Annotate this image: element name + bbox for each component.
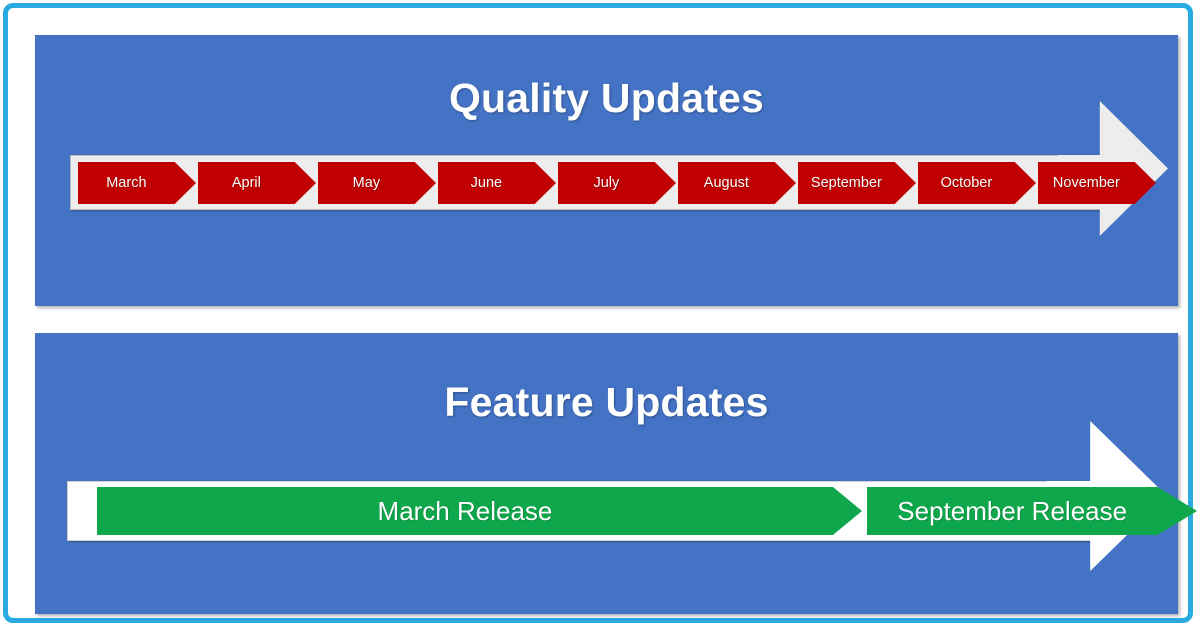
quality-month-november[interactable]: November (1038, 162, 1156, 204)
quality-month-october[interactable]: October (918, 162, 1036, 204)
quality-month-label: June (470, 175, 503, 191)
feature-updates-timeline: March Release September Release (67, 421, 1197, 571)
quality-month-june[interactable]: June (438, 162, 556, 204)
feature-updates-panel: Feature Updates March Release September … (35, 333, 1197, 614)
feature-release-march[interactable]: March Release (97, 487, 862, 535)
quality-month-september[interactable]: September (798, 162, 916, 204)
quality-month-label: October (940, 175, 993, 191)
quality-month-label: August (703, 175, 749, 191)
quality-month-label: April (231, 175, 261, 191)
quality-month-label: September (810, 175, 882, 191)
quality-month-label: May (352, 175, 381, 191)
outer-frame: Quality Updates March April May June Jul… (3, 3, 1197, 623)
feature-release-label: September Release (897, 495, 1128, 526)
quality-month-april[interactable]: April (198, 162, 316, 204)
quality-month-may[interactable]: May (318, 162, 436, 204)
quality-updates-panel: Quality Updates March April May June Jul… (35, 35, 1178, 306)
feature-release-label: March Release (377, 495, 553, 526)
feature-release-september[interactable]: September Release (867, 487, 1197, 535)
quality-month-march[interactable]: March (78, 162, 196, 204)
quality-month-label: November (1052, 175, 1120, 191)
quality-updates-timeline: March April May June July August Septemb… (70, 101, 1168, 236)
feature-updates-title: Feature Updates (444, 379, 769, 425)
quality-month-label: March (106, 175, 147, 191)
quality-month-july[interactable]: July (558, 162, 676, 204)
quality-month-august[interactable]: August (678, 162, 796, 204)
quality-month-label: July (593, 175, 620, 191)
